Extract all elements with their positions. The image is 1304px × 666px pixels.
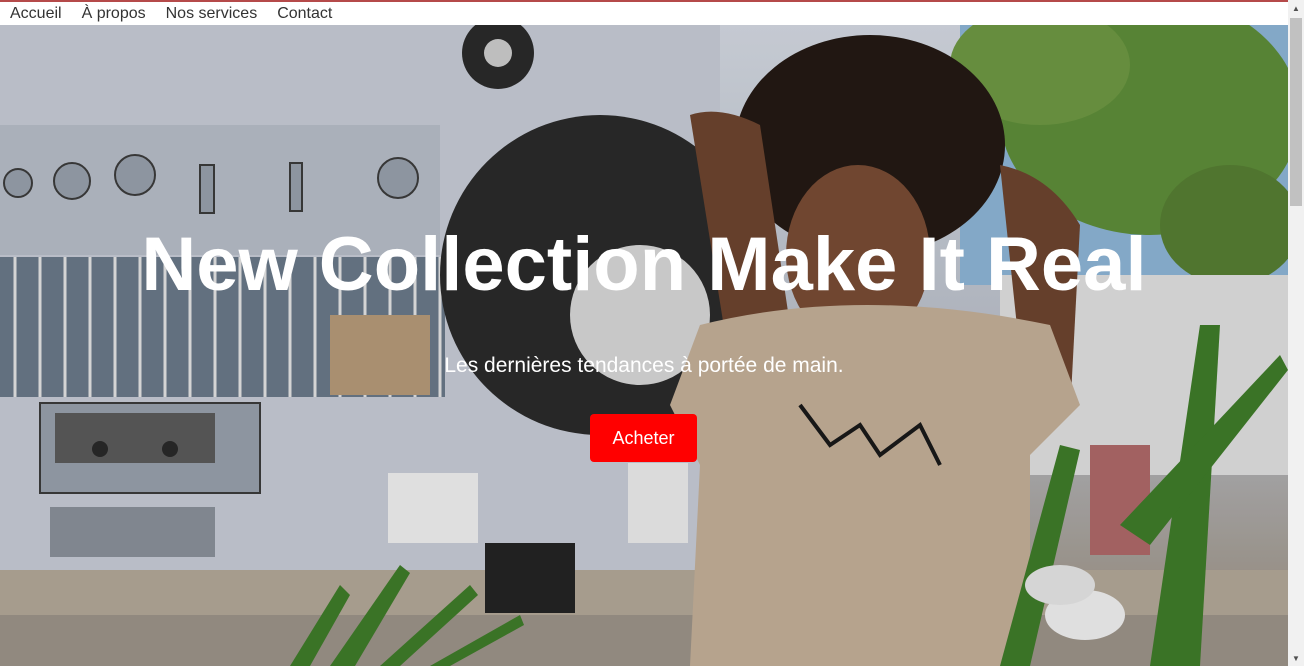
hero-background-image (0, 25, 1288, 666)
top-navigation: Accueil À propos Nos services Contact (0, 2, 1288, 25)
hero-title: New Collection Make It Real (141, 222, 1147, 307)
buy-button[interactable]: Acheter (590, 414, 697, 462)
nav-link-nos-services[interactable]: Nos services (166, 4, 258, 24)
hero-subtitle: Les dernières tendances à portée de main… (444, 354, 844, 377)
scrollbar-thumb[interactable] (1290, 18, 1302, 206)
vertical-scrollbar[interactable]: ▲ ▼ (1288, 0, 1304, 666)
nav-link-contact[interactable]: Contact (277, 4, 332, 24)
nav-link-accueil[interactable]: Accueil (10, 4, 62, 24)
hero-section: New Collection Make It Real Les dernière… (0, 25, 1288, 666)
scroll-up-arrow-icon[interactable]: ▲ (1288, 0, 1304, 16)
scroll-down-arrow-icon[interactable]: ▼ (1288, 650, 1304, 666)
nav-link-a-propos[interactable]: À propos (82, 4, 146, 24)
